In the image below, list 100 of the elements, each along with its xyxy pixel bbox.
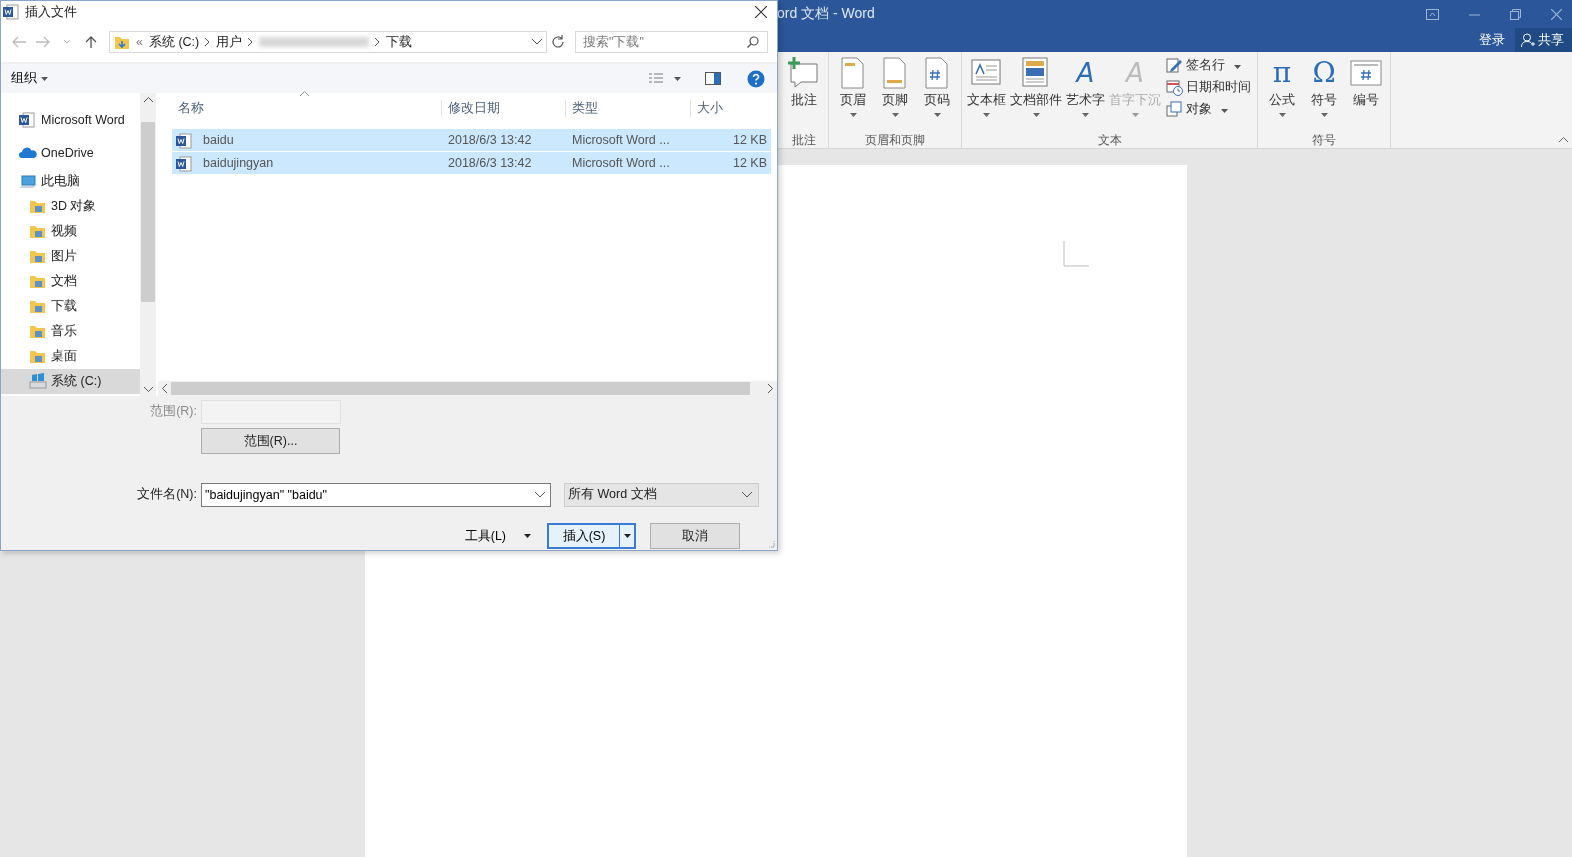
column-header[interactable]: 类型 [566, 100, 691, 118]
overflow-chevrons[interactable]: « [136, 35, 143, 50]
sidebar-item[interactable]: 系统 (C:) [1, 369, 141, 395]
file-type: Microsoft Word ... [571, 156, 671, 171]
tools-menu[interactable]: 工具(L) [464, 528, 531, 545]
sidebar-item[interactable]: 下载 [1, 294, 141, 320]
chevron-right-icon [375, 38, 381, 47]
breadcrumb[interactable]: 系统 (C:) [148, 33, 200, 51]
back-arrow-icon[interactable] [12, 36, 26, 49]
sidebar-item[interactable]: 音乐 [1, 319, 141, 345]
column-header[interactable]: 大小 [691, 100, 771, 118]
organize-menu[interactable]: 组织 [11, 70, 48, 88]
file-row[interactable]: baidujingyan 2018/6/3 13:42 Microsoft Word ... 12 KB [172, 152, 771, 175]
group-label: 文本 [1096, 132, 1123, 148]
caret-icon [623, 534, 631, 539]
file-date: 2018/6/3 13:42 [447, 156, 533, 171]
insert-button[interactable]: 插入(S) [547, 523, 636, 550]
drive-icon [29, 373, 47, 391]
resize-grip-icon[interactable] [767, 540, 775, 548]
word-document-icon [176, 131, 193, 149]
help-icon[interactable] [747, 69, 765, 88]
folder-icon [29, 223, 47, 241]
ribbon-button[interactable]: 日期和时间 [1164, 78, 1253, 97]
ribbon-button[interactable]: 页脚 [875, 52, 915, 132]
signature-line-icon [1166, 57, 1183, 74]
share-button[interactable]: 共享 [1515, 28, 1572, 52]
scroll-down-icon[interactable] [143, 387, 153, 392]
ribbon-button[interactable]: 文档部件 [1009, 52, 1063, 132]
sort-caret-icon [300, 91, 309, 97]
folder-icon [29, 248, 47, 266]
ribbon-button[interactable]: 编号 [1346, 52, 1386, 132]
range-label: 范围(R): [150, 403, 198, 421]
comment-icon [787, 56, 821, 90]
breadcrumb[interactable]: 用户 [216, 33, 243, 51]
chevron-down-icon[interactable] [532, 39, 542, 46]
breadcrumb[interactable]: 下载 [386, 33, 413, 51]
sidebar-item[interactable]: Microsoft Word [1, 103, 141, 137]
ribbon-button[interactable]: Ω 符号 [1304, 52, 1344, 132]
ribbon-display-icon[interactable] [1426, 8, 1439, 20]
close-icon[interactable] [755, 5, 767, 18]
up-arrow-icon[interactable] [84, 36, 98, 49]
collapse-icon[interactable] [1559, 137, 1568, 142]
login-link[interactable]: 登录 [1479, 31, 1505, 49]
column-header[interactable]: 名称 [172, 100, 442, 118]
chevron-down-icon[interactable] [535, 492, 545, 498]
horizontal-scrollbar[interactable] [158, 381, 777, 396]
sidebar-item[interactable]: 视频 [1, 219, 141, 245]
caret-icon [674, 76, 681, 81]
sidebar-item[interactable]: 桌面 [1, 344, 141, 370]
window-title: ord 文档 - Word [777, 5, 875, 23]
ribbon-button[interactable]: π 公式 [1262, 52, 1302, 132]
calendar-clock-icon [1166, 79, 1183, 96]
ribbon-button[interactable]: 文本框 [966, 52, 1007, 132]
chevron-down-icon [742, 492, 752, 498]
file-name: baidu [202, 133, 234, 148]
restore-icon[interactable] [1510, 8, 1521, 20]
address-bar[interactable]: « 系统 (C:) 用户 下载 [109, 31, 547, 54]
file-type-dropdown[interactable]: 所有 Word 文档 [564, 483, 759, 507]
dialog-title: 插入文件 [25, 2, 77, 21]
sidebar-item[interactable]: 此电脑 [1, 169, 141, 195]
file-row[interactable]: baidu 2018/6/3 13:42 Microsoft Word ... 12 KB [172, 129, 771, 152]
word-document-icon [176, 154, 193, 172]
sidebar-item[interactable]: 3D 对象 [1, 194, 141, 220]
ribbon-button[interactable]: 页眉 [833, 52, 873, 132]
folder-download-icon [114, 34, 130, 51]
folder-icon [29, 348, 47, 366]
scroll-left-icon[interactable] [162, 384, 167, 393]
folder-icon [29, 198, 47, 216]
folder-icon [29, 298, 47, 316]
range-button[interactable]: 范围(R)... [201, 428, 340, 455]
file-name: baidujingyan [202, 156, 274, 171]
scroll-up-icon[interactable] [143, 97, 153, 103]
ribbon-button[interactable]: 批注 [784, 52, 824, 132]
ribbon-button[interactable]: 签名行 [1164, 56, 1253, 75]
group-label: 页眉和页脚 [864, 132, 926, 148]
ribbon-button[interactable]: 页码 [917, 52, 957, 132]
scrollbar-thumb[interactable] [141, 122, 156, 303]
file-name-field[interactable]: "baidujingyan" "baidu" [201, 483, 551, 507]
file-size: 12 KB [731, 133, 768, 148]
view-list-icon[interactable] [648, 72, 664, 85]
scroll-right-icon[interactable] [768, 384, 773, 393]
sidebar-item[interactable]: 图片 [1, 244, 141, 270]
caret-icon [524, 534, 531, 539]
ribbon-button[interactable]: 对象 [1164, 100, 1253, 119]
search-icon[interactable] [747, 36, 759, 49]
forward-arrow-icon[interactable] [36, 36, 50, 49]
column-header[interactable]: 修改日期 [442, 100, 566, 118]
sidebar-item[interactable]: OneDrive [1, 136, 141, 170]
preview-pane-icon[interactable] [705, 72, 721, 86]
search-field[interactable]: 搜索"下载" [575, 31, 768, 54]
refresh-icon[interactable] [551, 35, 565, 50]
vertical-scrollbar[interactable] [140, 93, 156, 396]
ribbon-button[interactable]: A 艺术字 [1065, 52, 1106, 132]
sidebar-item[interactable]: 文档 [1, 269, 141, 295]
scrollbar-thumb[interactable] [171, 382, 750, 395]
caret-icon [41, 76, 48, 81]
group-label: 批注 [791, 132, 817, 148]
group-label: 符号 [1311, 132, 1337, 148]
file-size: 12 KB [731, 156, 768, 171]
cancel-button[interactable]: 取消 [650, 523, 740, 550]
